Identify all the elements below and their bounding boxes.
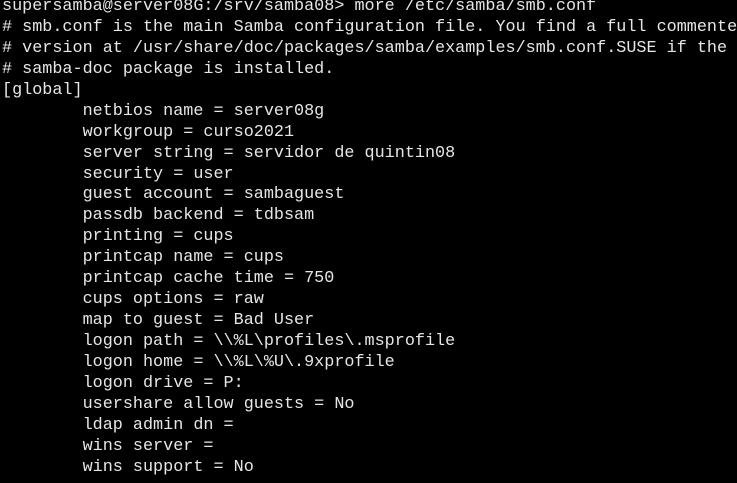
config-line: # samba-doc package is installed. xyxy=(2,59,335,79)
config-line: netbios name = server08g xyxy=(2,101,325,121)
config-line: printing = cups xyxy=(2,227,234,247)
shell-prompt-line: supersamba@server08G:/srv/samba08> more … xyxy=(2,0,597,16)
config-line: wins support = No xyxy=(2,457,254,477)
config-line: workgroup = curso2021 xyxy=(2,122,295,142)
config-line: guest account = sambaguest xyxy=(2,185,345,205)
config-line: printcap cache time = 750 xyxy=(2,269,335,289)
config-line: server string = servidor de quintin08 xyxy=(2,143,456,163)
config-line: # version at /usr/share/doc/packages/sam… xyxy=(2,38,728,58)
config-line: logon drive = P: xyxy=(2,373,244,393)
config-line: printcap name = cups xyxy=(2,248,284,268)
config-line: security = user xyxy=(2,164,234,184)
config-line: cups options = raw xyxy=(2,290,264,310)
config-line: logon path = \\%L\profiles\.msprofile xyxy=(2,332,456,351)
config-line: [global] xyxy=(2,80,83,100)
terminal-output[interactable]: supersamba@server08G:/srv/samba08> more … xyxy=(2,0,737,479)
config-line: ldap admin dn = xyxy=(2,415,234,435)
config-line: # smb.conf is the main Samba configurati… xyxy=(2,17,737,37)
config-line: wins server = xyxy=(2,436,214,456)
config-line: usershare allow guests = No xyxy=(2,394,355,414)
config-line: passdb backend = tdbsam xyxy=(2,206,315,226)
config-line: map to guest = Bad User xyxy=(2,311,315,331)
config-line: logon home = \\%L\%U\.9xprofile xyxy=(2,352,395,372)
